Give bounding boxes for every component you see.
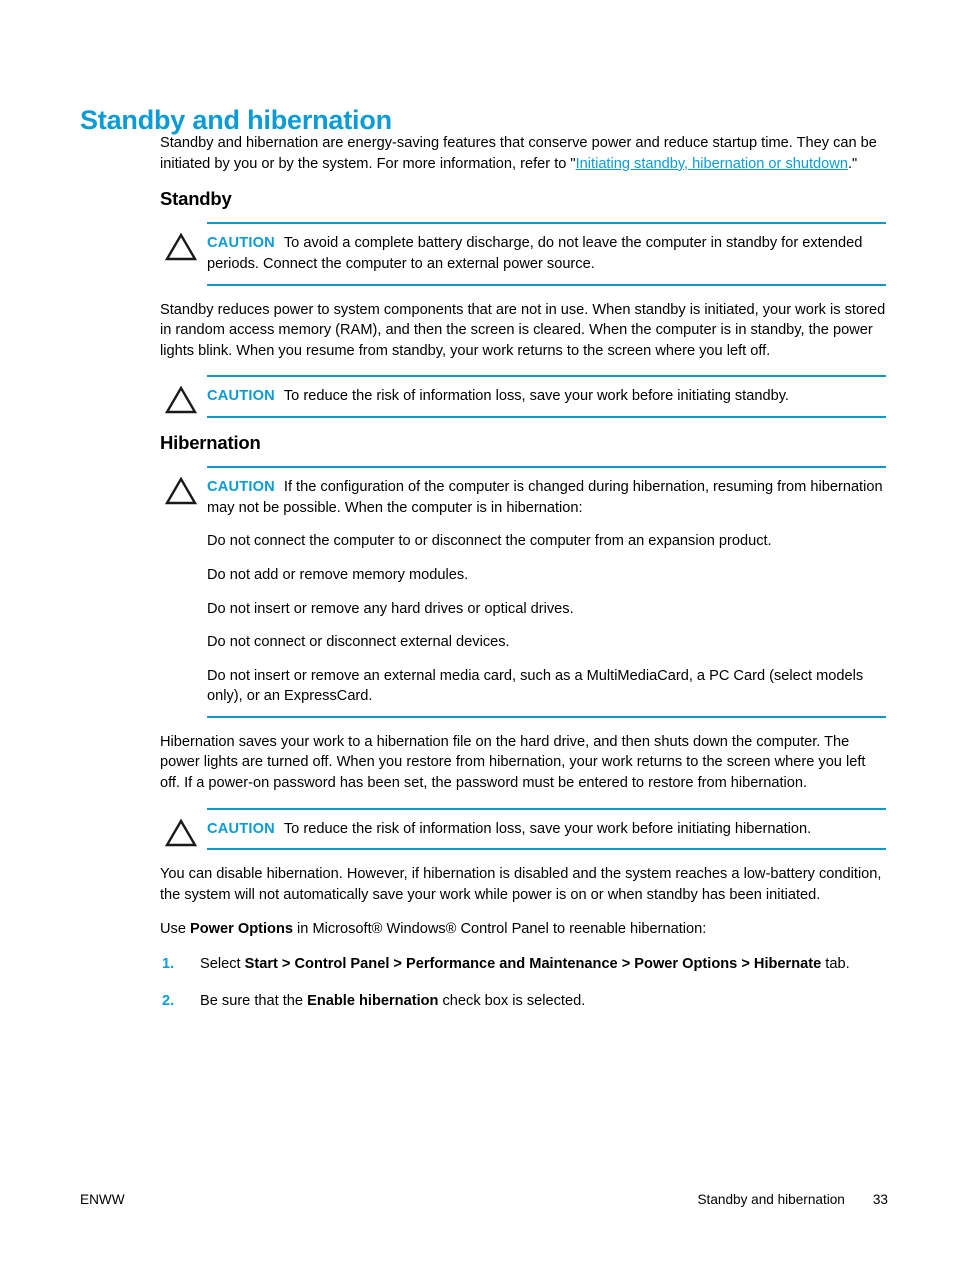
- paragraph-pre-text: Use: [160, 921, 191, 938]
- step-pre-text: Be sure that the: [200, 992, 308, 1009]
- caution-label: CAUTION: [207, 235, 275, 252]
- step-pre-text: Select: [200, 956, 245, 973]
- document-page: Standby and hibernation Standby and hibe…: [0, 0, 954, 1270]
- caution-list-item: Do not insert or remove any hard drives …: [207, 600, 574, 617]
- caution-list-item: Do not connect the computer to or discon…: [207, 533, 772, 550]
- footer-page-number: 33: [872, 1192, 888, 1207]
- step-number: 2.: [162, 992, 175, 1009]
- caution-paragraph: CAUTION To reduce the risk of information…: [207, 819, 886, 840]
- hibernation-paragraph-3: Use Power Options in Microsoft® Windows®…: [160, 919, 886, 940]
- caution-text: To avoid a complete battery discharge, d…: [207, 235, 863, 272]
- section-heading-hibernation: Hibernation: [160, 431, 261, 453]
- caution-block-hibernation-1: CAUTION If the configuration of the compu…: [160, 466, 886, 718]
- footer-locale-code: ENWW: [80, 1192, 125, 1207]
- caution-triangle-icon: [164, 476, 198, 506]
- caution-triangle-icon: [164, 232, 198, 262]
- page-content: Standby and hibernation are energy-savin…: [160, 133, 886, 1027]
- caution-paragraph: CAUTION If the configuration of the compu…: [207, 477, 886, 518]
- caution-body: CAUTION To reduce the risk of information…: [207, 375, 886, 418]
- caution-text: To reduce the risk of information loss, …: [283, 388, 789, 405]
- step-bold-text: Start > Control Panel > Performance and …: [244, 956, 822, 973]
- caution-paragraph: CAUTION To reduce the risk of information…: [207, 386, 886, 407]
- caution-list-item: Do not insert or remove an external medi…: [207, 667, 864, 705]
- footer-chapter-title: Standby and hibernation: [697, 1192, 845, 1207]
- caution-block-standby-2: CAUTION To reduce the risk of information…: [160, 375, 886, 418]
- step-item: 2. Be sure that the Enable hibernation ch…: [160, 991, 886, 1012]
- caution-list-item: Do not connect or disconnect external de…: [207, 634, 510, 651]
- caution-list-item: Do not add or remove memory modules.: [207, 566, 469, 583]
- section-heading-standby: Standby: [160, 188, 232, 210]
- caution-block-hibernation-2: CAUTION To reduce the risk of information…: [160, 807, 886, 851]
- hibernation-paragraph-2: You can disable hibernation. However, if…: [160, 866, 882, 903]
- paragraph-bold-text: Power Options: [190, 921, 293, 938]
- page-footer: ENWW Standby and hibernation 33: [80, 1192, 888, 1212]
- caution-triangle-icon: [164, 385, 198, 415]
- hibernation-paragraph-1: Hibernation saves your work to a hiberna…: [160, 733, 866, 792]
- caution-paragraph: CAUTION To avoid a complete battery disch…: [207, 233, 886, 274]
- caution-body: CAUTION To reduce the risk of information…: [207, 807, 886, 851]
- footer-right: Standby and hibernation 33: [697, 1192, 888, 1207]
- intro-paragraph: Standby and hibernation are energy-savin…: [160, 133, 886, 174]
- cross-reference-link[interactable]: Initiating standby, hibernation or shutd…: [576, 156, 848, 172]
- caution-label: CAUTION: [207, 479, 275, 496]
- paragraph-post-text: in Microsoft® Windows® Control Panel to …: [293, 921, 707, 938]
- intro-text-part2: .": [847, 155, 858, 172]
- caution-label: CAUTION: [207, 388, 275, 405]
- caution-body: CAUTION To avoid a complete battery disch…: [207, 222, 886, 286]
- step-number: 1.: [162, 956, 175, 973]
- step-post-text: check box is selected.: [438, 992, 586, 1009]
- step-bold-text: Enable hibernation: [307, 992, 439, 1009]
- caution-triangle-icon: [164, 818, 198, 848]
- step-post-text: tab.: [821, 956, 850, 973]
- caution-text: To reduce the risk of information loss, …: [283, 820, 812, 837]
- caution-block-standby-1: CAUTION To avoid a complete battery disch…: [160, 222, 886, 286]
- caution-label: CAUTION: [207, 820, 275, 837]
- caution-body: CAUTION If the configuration of the compu…: [207, 466, 886, 718]
- caution-text: If the configuration of the computer is …: [207, 479, 883, 516]
- step-item: 1. Select Start > Control Panel > Perform…: [160, 954, 886, 975]
- page-title: Standby and hibernation: [80, 105, 392, 136]
- standby-paragraph: Standby reduces power to system componen…: [160, 301, 886, 359]
- steps-list: 1. Select Start > Control Panel > Perform…: [160, 954, 886, 1011]
